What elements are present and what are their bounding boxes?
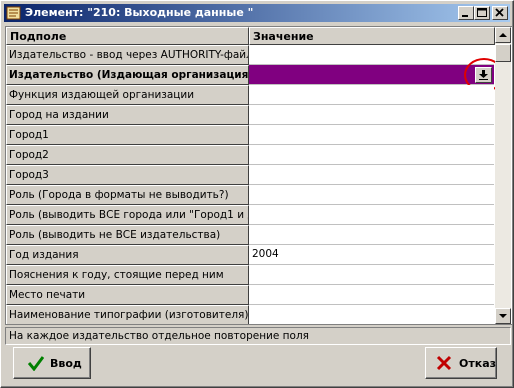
close-icon [495,8,504,17]
table-row[interactable]: Роль (выводить ВСЕ города или "Город1 и … [6,205,494,225]
title-bar[interactable]: Элемент: "210: Выходные данные " [4,4,510,22]
table-row[interactable]: Город1 [6,125,494,145]
table-row[interactable]: Роль (выводить не ВСЕ издательства) [6,225,494,245]
column-header-value[interactable]: Значение [249,27,495,45]
subfield-value[interactable] [249,45,494,65]
subfield-value[interactable] [249,125,494,145]
window-title: Элемент: "210: Выходные данные " [25,6,254,19]
dialog-window: Элемент: "210: Выходные данные " Подполе… [0,0,514,388]
checkmark-icon [28,356,44,371]
arrow-down-icon [499,314,507,318]
minimize-icon [462,15,468,17]
table-row[interactable]: Пояснения к году, стоящие перед ним [6,265,494,285]
arrow-up-icon [499,33,507,37]
subfield-value[interactable] [249,85,494,105]
subfield-value[interactable] [249,265,494,285]
table-row[interactable]: Роль (Города в форматы не выводить?) [6,185,494,205]
subfield-value[interactable] [249,205,494,225]
subfield-name: Год издания [6,245,249,265]
table-row[interactable]: Город2 [6,145,494,165]
ok-button[interactable]: Ввод [13,347,91,379]
close-button[interactable] [492,6,508,20]
subfield-name: Город1 [6,125,249,145]
subfield-value[interactable]: 2004 [249,245,494,265]
table-row[interactable]: Город на издании [6,105,494,125]
scrollbar-thumb[interactable] [495,44,511,62]
subfield-name: Пояснения к году, стоящие перед ним [6,265,249,285]
scroll-up-button[interactable] [495,27,511,43]
subfield-name: Издательство (Издающая организация) [6,65,249,85]
hint-bar: На каждое издательство отдельное повторе… [5,327,511,345]
vertical-scrollbar[interactable] [495,27,511,324]
maximize-icon [477,8,487,17]
table-row[interactable]: Издательство - ввод через AUTHORITY-файл [6,45,494,65]
table-row-active[interactable]: Издательство (Издающая организация) [6,58,504,92]
cancel-button[interactable]: Отказ [425,347,497,379]
table-row[interactable]: Функция издающей организации [6,85,494,105]
subfield-name: Издательство - ввод через AUTHORITY-файл [6,45,249,65]
subfield-name: Город3 [6,165,249,185]
subfield-value[interactable] [249,165,494,185]
maximize-button[interactable] [474,6,490,20]
ok-button-label: Ввод [50,357,82,370]
minimize-button[interactable] [458,6,474,20]
subfield-value-selected[interactable] [249,65,494,85]
cancel-button-label: Отказ [459,357,497,370]
table-row[interactable]: Город3 [6,165,494,185]
table-row[interactable]: Год издания 2004 [6,245,494,265]
cross-icon [436,355,452,371]
subfield-value[interactable] [249,225,494,245]
subfield-value[interactable] [249,105,494,125]
subfield-value[interactable] [249,185,494,205]
subfield-name: Роль (Города в форматы не выводить?) [6,185,249,205]
column-header-subfield[interactable]: Подполе [6,27,249,45]
subfield-name: Место печати [6,285,249,305]
table-row[interactable]: Место печати [6,285,494,305]
subfield-value[interactable] [249,305,494,324]
table-row[interactable]: Наименование типографии (изготовителя) [6,305,494,324]
subfield-grid: Подполе Значение Издательство - ввод чер… [5,26,513,325]
subfield-value[interactable] [249,285,494,305]
subfield-name: Роль (выводить не ВСЕ издательства) [6,225,249,245]
subfield-name: Функция издающей организации [6,85,249,105]
subfield-name: Наименование типографии (изготовителя) [6,305,249,324]
subfield-value[interactable] [249,145,494,165]
subfield-name: Город на издании [6,105,249,125]
subfield-name: Город2 [6,145,249,165]
app-icon [6,5,22,21]
scroll-down-button[interactable] [495,308,511,324]
subfield-name: Роль (выводить ВСЕ города или "Город1 и … [6,205,249,225]
